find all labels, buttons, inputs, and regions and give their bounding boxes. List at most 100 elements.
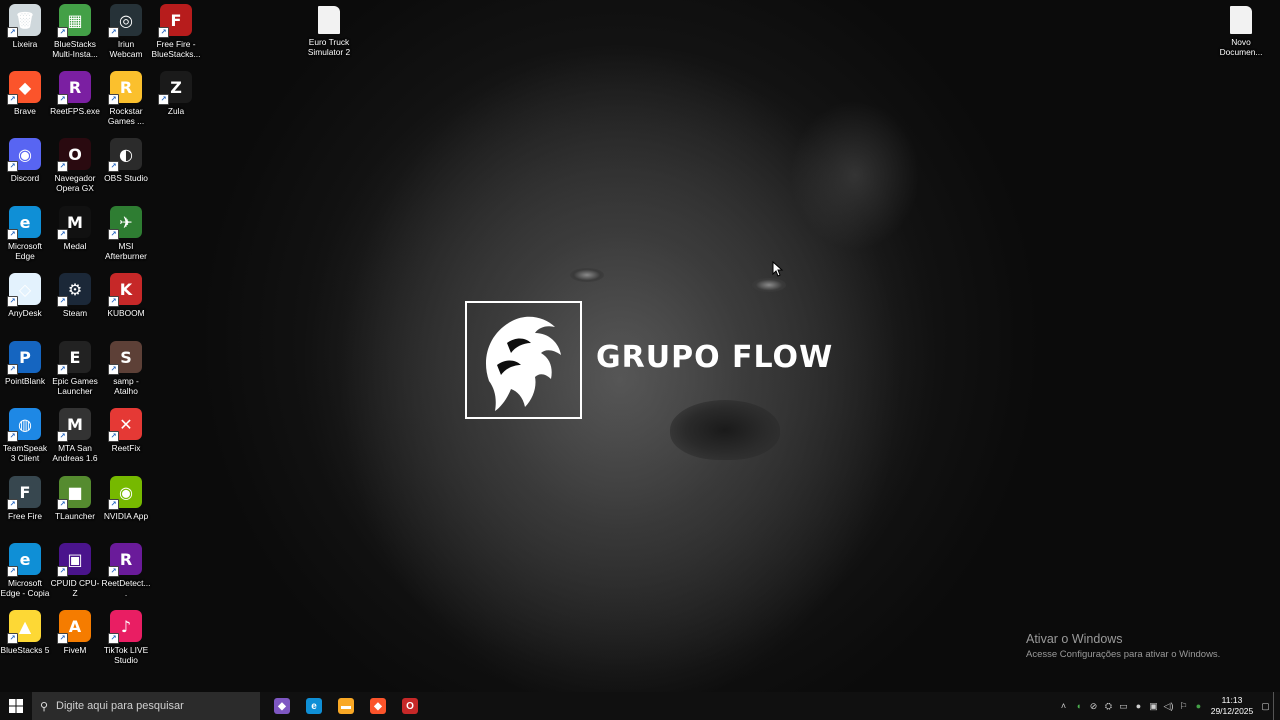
desktop-icon-label: Zula — [167, 106, 185, 116]
taskbar-app-button[interactable]: ▬ — [330, 692, 362, 720]
tray-status-icon[interactable]: ● — [1191, 692, 1206, 720]
network-icon[interactable]: ▣ — [1146, 692, 1161, 720]
start-button[interactable] — [0, 692, 32, 720]
language-icon[interactable]: ⚐ — [1176, 692, 1191, 720]
tray-antivirus-icon[interactable]: ⊘ — [1086, 692, 1101, 720]
tray-chevron-icon[interactable]: ˄ — [1056, 692, 1071, 720]
tray-app-icon[interactable]: ◖ — [1071, 692, 1086, 720]
desktop-icon[interactable]: K ↗ KUBOOM — [101, 273, 151, 318]
shortcut-arrow-icon: ↗ — [57, 94, 68, 105]
taskbar-clock[interactable]: 11:13 29/12/2025 — [1206, 695, 1258, 717]
desktop-icon[interactable]: ⚙ ↗ Steam — [50, 273, 100, 318]
taskbar-app-button[interactable]: ◆ — [362, 692, 394, 720]
desktop-icon[interactable]: ◆ ↗ Brave — [0, 71, 50, 116]
desktop-icon[interactable]: e ↗ Microsoft Edge — [0, 206, 50, 261]
desktop-icon[interactable]: P ↗ PointBlank — [0, 341, 50, 386]
edge-icon: e — [306, 698, 322, 714]
taskbar-app-button[interactable]: ◆ — [266, 692, 298, 720]
desktop-icon[interactable]: R ↗ Rockstar Games ... — [101, 71, 151, 126]
desktop-icon[interactable]: ◉ ↗ Discord — [0, 138, 50, 183]
desktop-icon[interactable]: ♪ ↗ TikTok LIVE Studio — [101, 610, 151, 665]
desktop-icon[interactable]: ▣ ↗ CPUID CPU-Z — [50, 543, 100, 598]
desktop-icon[interactable]: ■ ↗ TLauncher — [50, 476, 100, 521]
shortcut-arrow-icon: ↗ — [7, 431, 18, 442]
desktop-icon[interactable]: e ↗ Microsoft Edge - Copia — [0, 543, 50, 598]
taskbar-search-box[interactable]: ⚲ Digite aqui para pesquisar — [32, 692, 260, 720]
anydesk-icon: ◇ ↗ — [7, 273, 41, 307]
microphone-icon[interactable]: ● — [1131, 692, 1146, 720]
desktop-icon[interactable]: ✕ ↗ ReetFix — [101, 408, 151, 453]
desktop-icon[interactable]: ▦ ↗ BlueStacks Multi-Insta... — [50, 4, 100, 59]
desktop-icon[interactable]: R ↗ ReetDetect.... — [101, 543, 151, 598]
desktop-icon[interactable]: R ↗ ReetFPS.exe — [50, 71, 100, 116]
notifications-icon[interactable]: ▢ — [1258, 692, 1273, 720]
shortcut-arrow-icon: ↗ — [57, 229, 68, 240]
desktop-icon[interactable]: ◉ ↗ NVIDIA App — [101, 476, 151, 521]
steam-icon: ⚙ ↗ — [57, 273, 91, 307]
iriun-webcam-icon: ◎ ↗ — [108, 4, 142, 38]
bluestacks-multi-icon: ▦ ↗ — [57, 4, 91, 38]
shortcut-arrow-icon: ↗ — [57, 296, 68, 307]
desktop-icon[interactable]: ✈ ↗ MSI Afterburner — [101, 206, 151, 261]
samp-icon: S ↗ — [108, 341, 142, 375]
desktop-icon-label: BlueStacks 5 — [0, 645, 50, 655]
shortcut-arrow-icon: ↗ — [7, 94, 18, 105]
desktop-icon[interactable]: M ↗ Medal — [50, 206, 100, 251]
desktop-icon-label: Free Fire — [8, 511, 42, 521]
desktop-icon[interactable]: F ↗ Free Fire - BlueStacks... — [151, 4, 201, 59]
brave-icon: ◆ ↗ — [7, 71, 41, 105]
desktop-icon-label: OBS Studio — [104, 173, 148, 183]
desktop-icon-label: NVIDIA App — [103, 511, 149, 521]
mta-icon: M ↗ — [57, 408, 91, 442]
desktop-icon[interactable]: O ↗ Navegador Opera GX — [50, 138, 100, 193]
taskbar-app-button[interactable]: e — [298, 692, 330, 720]
shortcut-arrow-icon: ↗ — [108, 364, 119, 375]
shortcut-arrow-icon: ↗ — [108, 161, 119, 172]
file-explorer-icon: ▬ — [338, 698, 354, 714]
desktop-icon[interactable]: ◎ ↗ Iriun Webcam — [101, 4, 151, 59]
shortcut-arrow-icon: ↗ — [108, 296, 119, 307]
desktop-icon[interactable]: Z ↗ Zula — [151, 71, 201, 116]
desktop-icon-novo-documento[interactable]: Novo Documen... — [1216, 6, 1266, 57]
desktop-icon-label: Microsoft Edge - Copia — [0, 578, 50, 598]
desktop-icon-label: CPUID CPU-Z — [50, 578, 100, 598]
volume-icon[interactable]: ◁) — [1161, 692, 1176, 720]
obs-icon: ◐ ↗ — [108, 138, 142, 172]
desktop-icon-label: Novo Documen... — [1219, 37, 1263, 57]
desktop: 🗑 ↗ Lixeira ▦ ↗ BlueStacks Multi-Insta... ◎ ↗ Ir… — [0, 0, 1280, 692]
desktop-icon[interactable]: S ↗ samp - Atalho — [101, 341, 151, 396]
desktop-icon[interactable]: E ↗ Epic Games Launcher — [50, 341, 100, 396]
tlauncher-icon: ■ ↗ — [57, 476, 91, 510]
shortcut-arrow-icon: ↗ — [158, 94, 169, 105]
shortcut-arrow-icon: ↗ — [108, 229, 119, 240]
shortcut-arrow-icon: ↗ — [7, 229, 18, 240]
desktop-icon[interactable]: ◍ ↗ TeamSpeak 3 Client — [0, 408, 50, 463]
shortcut-arrow-icon: ↗ — [7, 633, 18, 644]
epic-games-icon: E ↗ — [57, 341, 91, 375]
desktop-icon[interactable]: F ↗ Free Fire — [0, 476, 50, 521]
edge-copy-icon: e ↗ — [7, 543, 41, 577]
desktop-icon[interactable]: ▲ ↗ BlueStacks 5 — [0, 610, 50, 655]
show-desktop-button[interactable] — [1273, 692, 1280, 720]
reetfps-icon: R ↗ — [57, 71, 91, 105]
desktop-icon-label: PointBlank — [4, 376, 46, 386]
desktop-icon[interactable]: ◐ ↗ OBS Studio — [101, 138, 151, 183]
desktop-icon[interactable]: 🗑 ↗ Lixeira — [0, 4, 50, 49]
bluestacks5-icon: ▲ ↗ — [7, 610, 41, 644]
desktop-icon-label: samp - Atalho — [113, 376, 139, 396]
shortcut-arrow-icon: ↗ — [57, 364, 68, 375]
clock-date: 29/12/2025 — [1210, 706, 1254, 716]
desktop-icon[interactable]: ◇ ↗ AnyDesk — [0, 273, 50, 318]
desktop-icon[interactable]: A ↗ FiveM — [50, 610, 100, 655]
desktop-icon[interactable]: M ↗ MTA San Andreas 1.6 — [50, 408, 100, 463]
taskbar-app-button[interactable]: O — [394, 692, 426, 720]
tray-tool-icon[interactable]: ⛭ — [1101, 692, 1116, 720]
desktop-icon-euro-truck[interactable]: Euro Truck Simulator 2 — [304, 6, 354, 57]
tray-device-icon[interactable]: ▭ — [1116, 692, 1131, 720]
shortcut-arrow-icon: ↗ — [7, 296, 18, 307]
search-icon: ⚲ — [39, 700, 49, 713]
shortcut-arrow-icon: ↗ — [7, 364, 18, 375]
desktop-icon-label: TeamSpeak 3 Client — [2, 443, 48, 463]
free-fire-bluestacks-icon: F ↗ — [158, 4, 192, 38]
shortcut-arrow-icon: ↗ — [108, 27, 119, 38]
